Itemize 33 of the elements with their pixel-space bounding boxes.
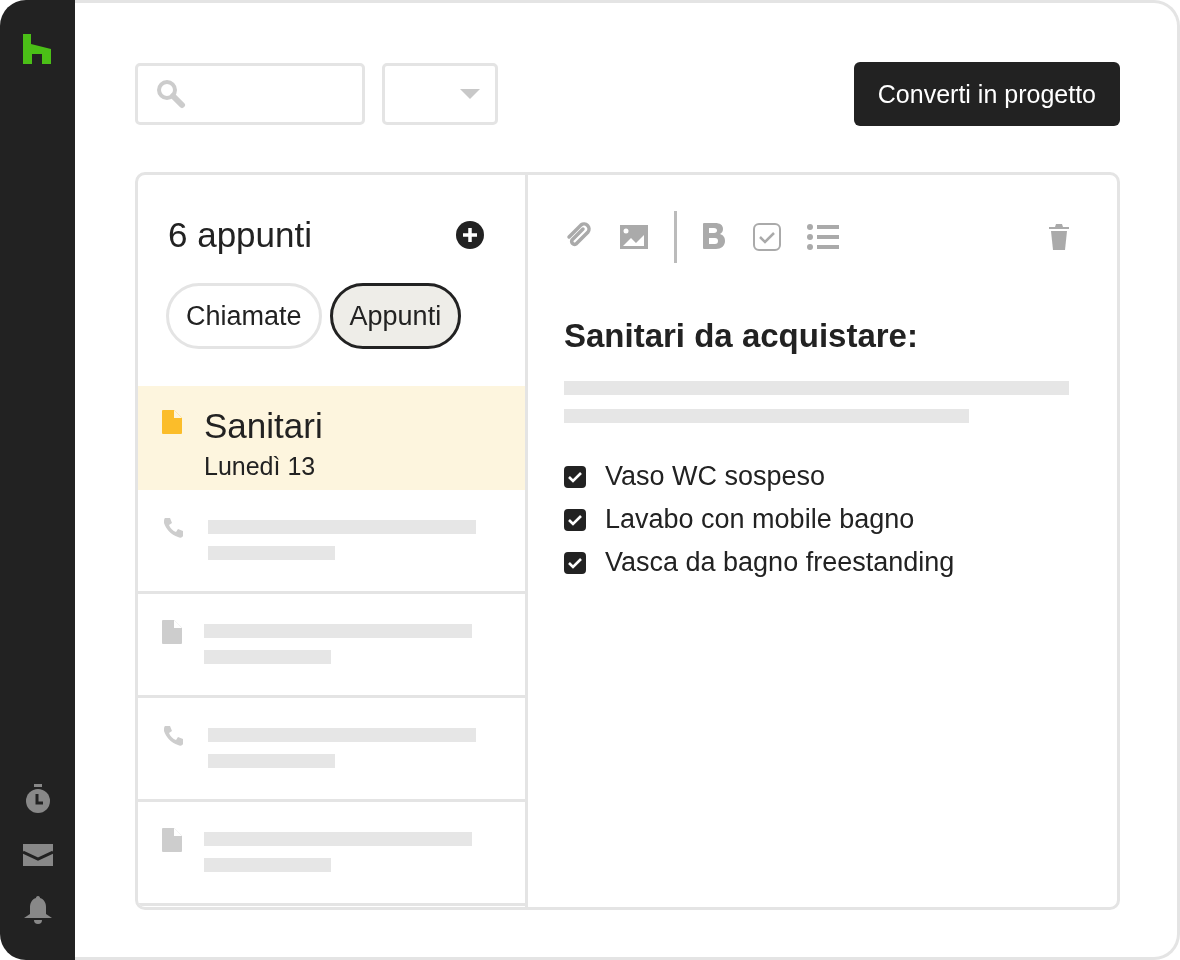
image-icon[interactable] [620,225,648,249]
bell-icon[interactable] [22,896,53,924]
add-icon[interactable] [455,220,485,250]
checklist-item-label: Vaso WC sospeso [605,461,826,492]
trash-icon[interactable] [1049,224,1069,250]
notes-count-title: 6 appunti [168,215,313,255]
note-heading: Sanitari da acquistare: [564,317,919,355]
search-icon [156,79,186,109]
filter-chip[interactable]: Chiamate [166,283,322,349]
note-title: Sanitari [204,406,323,446]
filter-chip[interactable]: Appunti [329,283,462,349]
document-icon [162,828,182,852]
checkbox-icon[interactable] [753,223,781,251]
note-list-item[interactable]: Sanitari Lunedì 13 [138,386,525,490]
bold-icon[interactable] [703,223,727,251]
caret-icon [460,89,480,99]
house-logo-icon[interactable] [21,34,52,64]
checkbox[interactable] [564,465,586,488]
note-date: Lunedì 13 [204,452,317,481]
search-field[interactable] [135,63,365,125]
checklist-item-label: Lavabo con mobile bagno [605,504,915,535]
stopwatch-icon[interactable] [23,784,52,814]
document-icon [162,410,182,434]
bulleted-list-icon[interactable] [807,224,839,250]
phone-icon [162,724,186,748]
checkbox[interactable] [564,508,586,531]
checkbox[interactable] [564,551,586,574]
document-icon [162,620,182,644]
checklist-item-label: Vasca da bagno freestanding [605,547,955,578]
convert-button[interactable]: Converti in progetto [853,62,1120,126]
envelope-icon[interactable] [22,844,53,866]
dropdown[interactable] [382,63,498,125]
phone-icon [162,516,186,540]
